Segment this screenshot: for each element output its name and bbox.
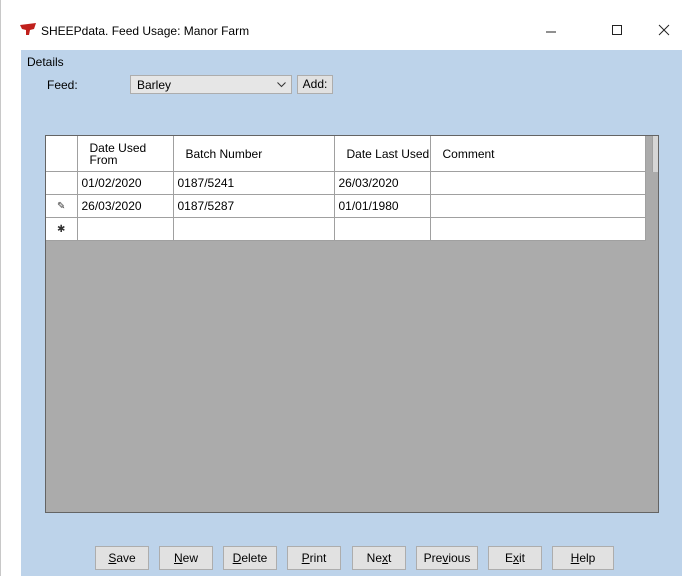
- cell-batch-number[interactable]: 0187/5241: [173, 171, 335, 195]
- maximize-button[interactable]: [594, 16, 640, 44]
- grid-header-edge: [652, 136, 658, 172]
- cell-date-last-used[interactable]: [334, 217, 431, 241]
- cell-comment[interactable]: [430, 194, 646, 218]
- column-header-date-used-from[interactable]: Date Used From: [77, 136, 174, 172]
- new-row-asterisk-icon[interactable]: ✱: [46, 217, 78, 241]
- help-button[interactable]: Help: [552, 546, 614, 570]
- cell-comment[interactable]: [430, 171, 646, 195]
- cell-date-used-from[interactable]: 26/03/2020: [77, 194, 174, 218]
- row-header-corner[interactable]: [46, 136, 78, 172]
- save-button[interactable]: Save: [95, 546, 149, 570]
- sheepdata-app-icon: [20, 23, 36, 35]
- minimize-button[interactable]: [528, 16, 574, 44]
- table-row[interactable]: 01/02/2020 0187/5241 26/03/2020: [46, 171, 646, 195]
- details-group-label: Details: [27, 55, 64, 69]
- column-header-batch-number[interactable]: Batch Number: [173, 136, 335, 172]
- feed-usage-grid[interactable]: Date Used From Batch Number Date Last Us…: [45, 135, 659, 513]
- cell-batch-number[interactable]: 0187/5287: [173, 194, 335, 218]
- exit-button[interactable]: Exit: [488, 546, 542, 570]
- next-button[interactable]: Next: [352, 546, 406, 570]
- feed-select[interactable]: Barley: [130, 75, 292, 94]
- column-header-date-last-used[interactable]: Date Last Used: [334, 136, 431, 172]
- window-title: SHEEPdata. Feed Usage: Manor Farm: [41, 24, 250, 38]
- new-row[interactable]: ✱: [46, 217, 646, 241]
- close-button[interactable]: [641, 16, 682, 44]
- feed-usage-table: Date Used From Batch Number Date Last Us…: [46, 136, 646, 241]
- delete-button[interactable]: Delete: [223, 546, 277, 570]
- cell-date-last-used[interactable]: 26/03/2020: [334, 171, 431, 195]
- new-button[interactable]: New: [159, 546, 213, 570]
- edit-pencil-icon[interactable]: ✎: [46, 194, 78, 218]
- feed-select-value: Barley: [137, 78, 172, 92]
- cell-date-used-from[interactable]: 01/02/2020: [77, 171, 174, 195]
- add-feed-button[interactable]: Add:: [297, 75, 333, 94]
- table-row[interactable]: ✎ 26/03/2020 0187/5287 01/01/1980: [46, 194, 646, 218]
- minimize-icon: [546, 31, 556, 33]
- column-header-comment[interactable]: Comment: [430, 136, 646, 172]
- maximize-icon: [612, 25, 622, 35]
- print-button[interactable]: Print: [287, 546, 341, 570]
- cell-date-used-from[interactable]: [77, 217, 174, 241]
- app-window: SHEEPdata. Feed Usage: Manor Farm Detail…: [0, 0, 682, 576]
- details-panel: Details Feed: Barley Add: Date Used From…: [21, 50, 682, 576]
- cell-batch-number[interactable]: [173, 217, 335, 241]
- cell-comment[interactable]: [430, 217, 646, 241]
- feed-label: Feed:: [47, 78, 78, 92]
- cell-date-last-used[interactable]: 01/01/1980: [334, 194, 431, 218]
- previous-button[interactable]: Previous: [416, 546, 478, 570]
- row-indicator[interactable]: [46, 171, 78, 195]
- header-row: Date Used From Batch Number Date Last Us…: [46, 136, 646, 172]
- title-bar[interactable]: SHEEPdata. Feed Usage: Manor Farm: [1, 0, 682, 50]
- chevron-down-icon: [277, 82, 286, 88]
- close-icon: [658, 24, 670, 36]
